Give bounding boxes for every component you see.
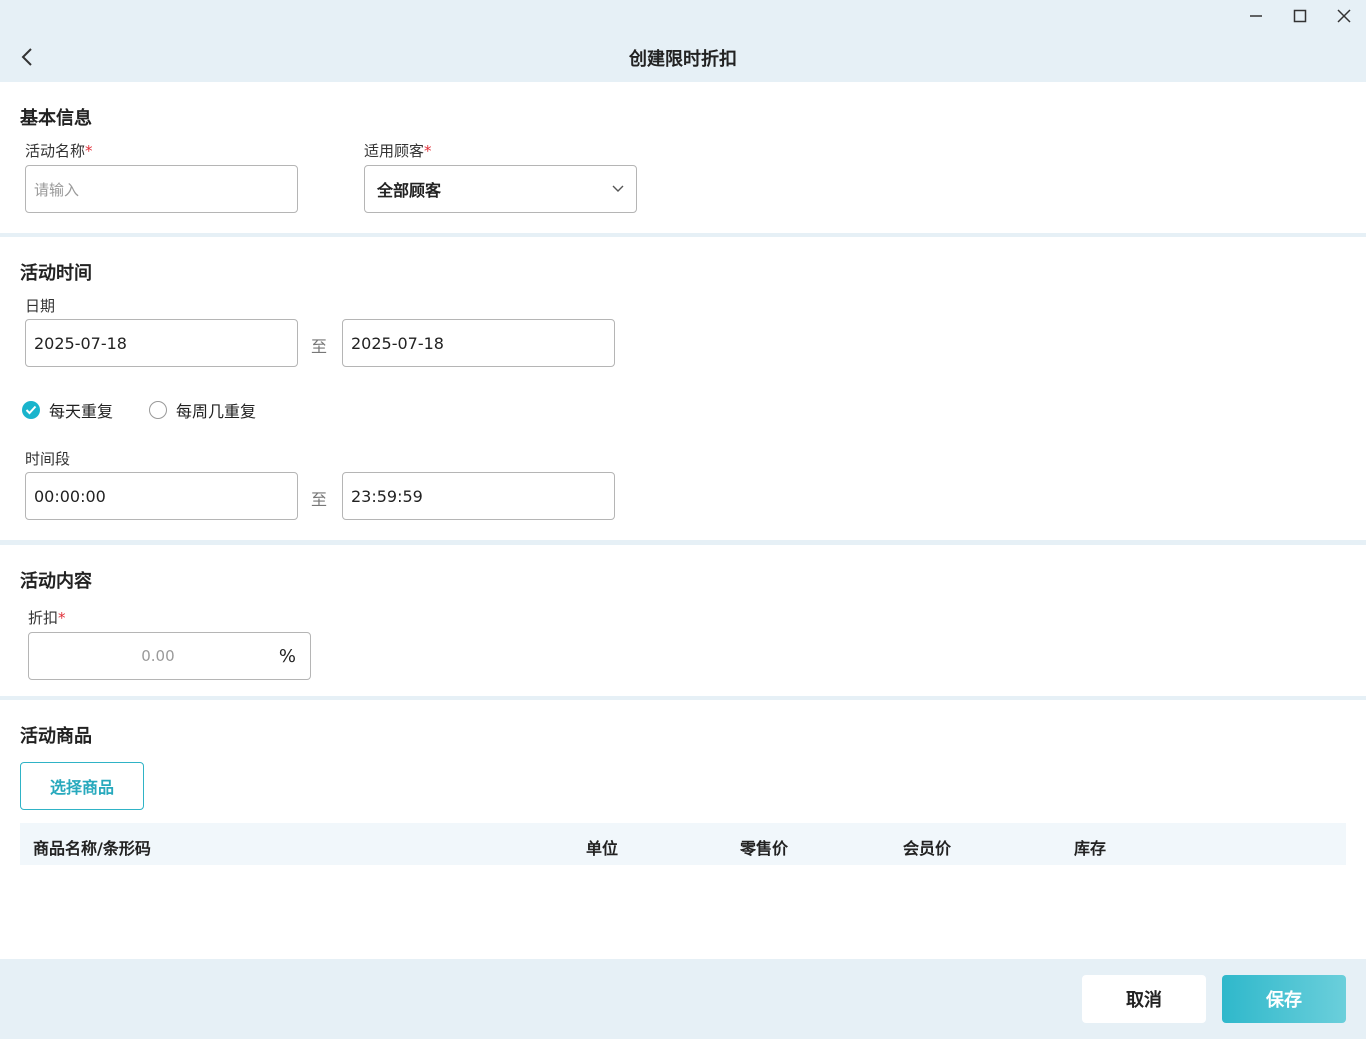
maximize-icon <box>1293 9 1307 23</box>
end-time-value: 23:59:59 <box>351 486 423 506</box>
time-period-label: 时间段 <box>25 450 71 468</box>
basic-info-section: 基本信息 活动名称* 请输入 适用顾客* 全部顾客 <box>0 82 1366 233</box>
close-icon <box>1337 9 1351 23</box>
maximize-button[interactable] <box>1278 0 1322 32</box>
radio-unchecked-icon <box>149 401 167 419</box>
activity-time-section: 活动时间 日期 2025-07-18 至 2025-07-18 每天重复 每周几… <box>0 237 1366 540</box>
percent-unit: % <box>278 645 296 667</box>
customer-select[interactable]: 全部顾客 <box>364 165 637 213</box>
close-button[interactable] <box>1322 0 1366 32</box>
minimize-button[interactable] <box>1234 0 1278 32</box>
discount-input[interactable]: 0.00 % <box>28 632 311 680</box>
start-date-input[interactable]: 2025-07-18 <box>25 319 298 367</box>
start-time-input[interactable]: 00:00:00 <box>25 472 298 520</box>
column-header-member-price: 会员价 <box>903 839 952 858</box>
activity-name-input[interactable]: 请输入 <box>25 165 298 213</box>
section-title: 基本信息 <box>20 108 92 129</box>
save-button[interactable]: 保存 <box>1222 975 1346 1023</box>
customer-select-value: 全部顾客 <box>377 181 442 200</box>
activity-goods-section: 活动商品 选择商品 商品名称/条形码 单位 零售价 会员价 库存 <box>0 700 1366 959</box>
column-header-name: 商品名称/条形码 <box>33 839 151 858</box>
select-goods-button[interactable]: 选择商品 <box>20 762 144 810</box>
repeat-daily-radio[interactable]: 每天重复 <box>22 398 113 422</box>
column-header-unit: 单位 <box>586 839 619 858</box>
column-header-retail-price: 零售价 <box>740 839 789 858</box>
section-title: 活动商品 <box>20 726 92 747</box>
required-mark: * <box>424 142 432 160</box>
column-header-stock: 库存 <box>1074 839 1107 858</box>
repeat-weekly-radio[interactable]: 每周几重复 <box>149 398 256 422</box>
required-mark: * <box>58 609 66 627</box>
chevron-down-icon <box>612 185 624 192</box>
page-title: 创建限时折扣 <box>629 49 737 70</box>
activity-content-section: 活动内容 折扣* 0.00 % <box>0 545 1366 696</box>
time-range-separator: 至 <box>311 490 328 509</box>
discount-label: 折扣* <box>28 609 66 627</box>
end-date-input[interactable]: 2025-07-18 <box>342 319 615 367</box>
goods-table-header: 商品名称/条形码 单位 零售价 会员价 库存 <box>20 823 1346 865</box>
start-time-value: 00:00:00 <box>34 486 106 506</box>
repeat-daily-label: 每天重复 <box>49 402 114 421</box>
date-label: 日期 <box>25 297 56 315</box>
title-bar: 创建限时折扣 <box>0 0 1366 82</box>
discount-placeholder: 0.00 <box>141 647 175 665</box>
section-title: 活动内容 <box>20 571 92 592</box>
radio-checked-icon <box>22 401 40 419</box>
end-date-value: 2025-07-18 <box>351 333 444 353</box>
activity-name-placeholder: 请输入 <box>34 180 80 199</box>
window-controls <box>1234 0 1366 32</box>
date-range-separator: 至 <box>311 337 328 356</box>
repeat-weekly-label: 每周几重复 <box>176 402 257 421</box>
customer-label: 适用顾客* <box>364 142 432 160</box>
section-title: 活动时间 <box>20 263 92 284</box>
minimize-icon <box>1250 15 1262 17</box>
required-mark: * <box>85 142 93 160</box>
activity-name-label: 活动名称* <box>25 142 93 160</box>
start-date-value: 2025-07-18 <box>34 333 127 353</box>
cancel-button[interactable]: 取消 <box>1082 975 1206 1023</box>
end-time-input[interactable]: 23:59:59 <box>342 472 615 520</box>
